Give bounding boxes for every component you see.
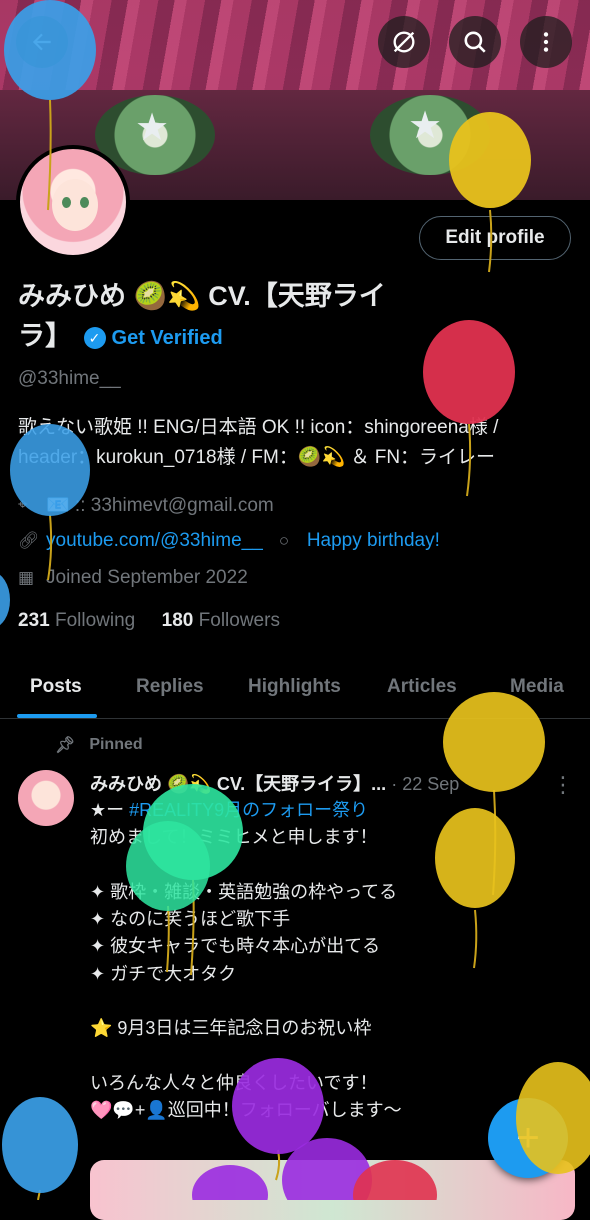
followers-label: Followers: [198, 610, 280, 631]
profile-joined: ▦ Joined September 2022: [18, 567, 248, 589]
profile-tabs: Posts Replies Highlights Articles Media: [0, 662, 590, 719]
calendar-icon: ▦: [18, 568, 35, 587]
back-button[interactable]: [16, 16, 68, 68]
post-author[interactable]: みみひめ 🥝💫 CV.【天野ライラ】...: [90, 774, 386, 794]
following-link[interactable]: 231 Following: [18, 610, 135, 631]
post-body-text: 初めまして！ミミヒメと申します！ ✦ 歌枠・雑談・英語勉強の枠やってる ✦ なの…: [90, 827, 402, 1121]
balloon-blue: [2, 1097, 78, 1200]
followers-count: 180: [161, 610, 194, 631]
balloon-icon: ○: [278, 531, 290, 550]
more-options-button[interactable]: [520, 16, 572, 68]
post-lead: ★ー: [90, 800, 130, 820]
tab-articles[interactable]: Articles: [387, 676, 457, 698]
avatar-eye: [80, 197, 89, 208]
followers-link[interactable]: 180 Followers: [162, 610, 280, 631]
following-count: 231: [18, 610, 50, 631]
banner-hair: [0, 0, 590, 90]
profile-location: ⌖ 📧 :: 33himevt@gmail.com: [18, 493, 274, 517]
edit-profile-button[interactable]: Edit profile: [419, 216, 571, 260]
post-text: ★ー #REALITY9月のフォロー祭り 初めまして！ミミヒメと申します！ ✦ …: [90, 797, 560, 1125]
search-icon: [464, 31, 486, 53]
follow-stats: 231 Following 180 Followers: [18, 610, 280, 632]
arrow-left-icon: [32, 33, 51, 51]
post-hashtag[interactable]: #REALITY9月のフォロー祭り: [129, 800, 368, 820]
vertical-dots-icon: [543, 32, 549, 52]
post-more-icon[interactable]: ⋮: [552, 772, 574, 798]
profile-bio: 歌えない歌姫 !! ENG/日本語 OK !! icon：shingoreena…: [18, 417, 499, 468]
translate-button[interactable]: [378, 16, 430, 68]
profile-links-row: 🔗︎ youtube.com/@33hime__ ○ Happy birthda…: [18, 530, 440, 552]
pin-icon: 📌︎: [55, 737, 76, 754]
following-label: Following: [54, 610, 136, 631]
compose-post-button[interactable]: +: [488, 1098, 568, 1178]
post-date: · 22 Sep: [391, 774, 460, 794]
location-pin-icon: ⌖: [18, 495, 28, 514]
search-button[interactable]: [449, 16, 501, 68]
active-tab-indicator: [17, 714, 97, 718]
profile-avatar[interactable]: [16, 145, 130, 259]
avatar-face: [52, 179, 98, 231]
link-icon: 🔗︎: [18, 531, 40, 550]
post-header: みみひめ 🥝💫 CV.【天野ライラ】... · 22 Sep: [90, 770, 459, 796]
banner-star-icon: ★: [135, 107, 170, 149]
get-verified-link[interactable]: ✓ Get Verified: [83, 318, 223, 358]
joined-text: Joined September 2022: [46, 567, 248, 588]
website-link[interactable]: youtube.com/@33hime__: [46, 530, 263, 552]
avatar-eye: [62, 197, 71, 208]
tab-highlights[interactable]: Highlights: [248, 676, 341, 698]
tab-posts[interactable]: Posts: [30, 676, 82, 698]
balloon-blue-partial: [0, 574, 10, 626]
plus-icon: +: [516, 1115, 540, 1160]
location-text: 📧 :: 33himevt@gmail.com: [46, 495, 274, 516]
slash-circle-icon: [393, 31, 415, 53]
birthday-link[interactable]: Happy birthday!: [307, 530, 440, 552]
profile-handle: @33hime__: [18, 368, 121, 389]
tab-replies[interactable]: Replies: [136, 676, 204, 698]
post-avatar[interactable]: [18, 770, 74, 826]
get-verified-label: Get Verified: [111, 326, 223, 349]
banner-star-icon: ★: [408, 105, 443, 147]
verified-badge-icon: ✓: [83, 326, 106, 349]
pinned-indicator: 📌︎ Pinned: [55, 735, 143, 755]
profile-name: みみひめ 🥝💫 CV.【天野ライラ】 ✓ Get Verified: [18, 276, 438, 358]
pinned-label: Pinned: [89, 736, 143, 753]
tab-media[interactable]: Media: [510, 676, 564, 698]
